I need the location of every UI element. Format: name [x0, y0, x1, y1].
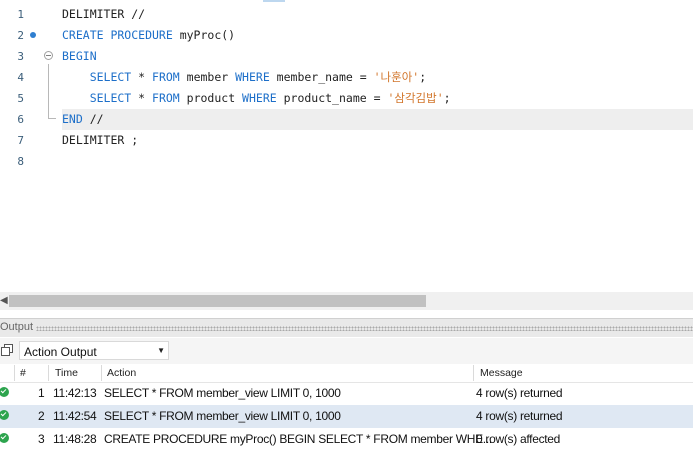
- sql-token: myProc(): [172, 28, 236, 42]
- code-text[interactable]: DELIMITER //: [62, 4, 145, 25]
- current-line-highlight: [62, 109, 693, 130]
- row-action: CREATE PROCEDURE myProc() BEGIN SELECT *…: [104, 432, 492, 446]
- column-header-time[interactable]: Time: [55, 367, 78, 379]
- line-number: 8: [17, 155, 24, 168]
- table-row[interactable]: 2 11:42:54 SELECT * FROM member_view LIM…: [0, 405, 693, 428]
- column-header-num[interactable]: #: [20, 367, 26, 379]
- row-message: 4 row(s) returned: [476, 386, 563, 400]
- row-time: 11:42:13: [53, 386, 97, 400]
- row-num: 3: [38, 432, 45, 446]
- sql-token: ;: [443, 91, 451, 105]
- code-text[interactable]: END //: [62, 109, 104, 130]
- sql-keyword: SELECT: [62, 91, 132, 105]
- sql-string: '삼각김밥': [387, 91, 444, 105]
- line-number: 5: [17, 92, 24, 105]
- row-message: 0 row(s) affected: [476, 432, 561, 446]
- output-toolbar: Action Output ▼: [0, 338, 693, 364]
- code-line[interactable]: 6 END //: [0, 109, 693, 130]
- code-text[interactable]: SELECT * FROM product WHERE product_name…: [62, 88, 451, 109]
- column-separator[interactable]: [101, 365, 102, 381]
- code-line[interactable]: 5 SELECT * FROM product WHERE product_na…: [0, 88, 693, 109]
- scroll-left-icon[interactable]: ◀: [0, 294, 8, 308]
- fold-toggle-icon[interactable]: [44, 51, 53, 60]
- success-icon: [0, 387, 9, 397]
- sql-keyword: FROM: [152, 70, 180, 84]
- row-action: SELECT * FROM member_view LIMIT 0, 1000: [104, 386, 341, 400]
- column-separator[interactable]: [473, 365, 474, 381]
- output-type-value: Action Output: [24, 345, 97, 359]
- sql-keyword: WHERE: [242, 91, 277, 105]
- sql-token: *: [131, 70, 153, 84]
- fold-guide-line: [48, 64, 49, 119]
- sql-keyword: END: [62, 112, 83, 126]
- sql-token: ;: [419, 70, 427, 84]
- sql-token: //: [82, 112, 104, 126]
- line-number: 2: [17, 29, 24, 42]
- success-icon: [0, 433, 9, 443]
- sql-token: DELIMITER ;: [62, 133, 139, 147]
- sql-token: DELIMITER //: [62, 7, 146, 21]
- line-number: 6: [17, 113, 24, 126]
- panel-grip[interactable]: [36, 326, 693, 331]
- sql-keyword: BEGIN: [62, 49, 97, 63]
- editor-tab-indicator: [263, 0, 285, 2]
- sql-editor[interactable]: 1 DELIMITER //2 CREATE PROCEDURE myProc() 3…: [0, 0, 693, 292]
- column-header-message[interactable]: Message: [480, 367, 523, 379]
- code-line[interactable]: 3 BEGIN: [0, 46, 693, 67]
- output-type-select[interactable]: Action Output ▼: [19, 341, 169, 360]
- code-text[interactable]: SELECT * FROM member WHERE member_name =…: [62, 67, 426, 88]
- table-row[interactable]: 1 11:42:13 SELECT * FROM member_view LIM…: [0, 382, 693, 405]
- column-header-action[interactable]: Action: [107, 367, 136, 379]
- line-number: 7: [17, 134, 24, 147]
- output-title: Output: [0, 321, 34, 333]
- code-line[interactable]: 7 DELIMITER ;: [0, 130, 693, 151]
- sql-keyword: FROM: [152, 91, 180, 105]
- sql-keyword: CREATE PROCEDURE: [62, 28, 173, 42]
- row-num: 1: [38, 386, 45, 400]
- sql-keyword: SELECT: [62, 70, 132, 84]
- line-number: 3: [17, 50, 24, 63]
- success-icon: [0, 410, 9, 420]
- code-line[interactable]: 8: [0, 151, 693, 172]
- row-action: SELECT * FROM member_view LIMIT 0, 1000: [104, 409, 341, 423]
- column-separator[interactable]: [48, 365, 49, 381]
- column-separator[interactable]: [14, 365, 15, 381]
- code-line[interactable]: 1 DELIMITER //: [0, 4, 693, 25]
- fold-guide-end: [48, 118, 56, 119]
- line-number: 4: [17, 71, 24, 84]
- row-time: 11:48:28: [53, 432, 97, 446]
- scrollbar-thumb[interactable]: [9, 295, 426, 307]
- line-number: 1: [17, 8, 24, 21]
- copy-icon[interactable]: [1, 344, 13, 356]
- chevron-down-icon[interactable]: ▼: [157, 346, 165, 355]
- code-text[interactable]: BEGIN: [62, 46, 97, 67]
- sql-token: product_name =: [276, 91, 388, 105]
- code-text[interactable]: CREATE PROCEDURE myProc(): [62, 25, 235, 46]
- row-message: 4 row(s) returned: [476, 409, 563, 423]
- grid-header: # Time Action Message: [0, 364, 693, 383]
- code-line[interactable]: 4 SELECT * FROM member WHERE member_name…: [0, 67, 693, 88]
- sql-token: product: [179, 91, 243, 105]
- row-time: 11:42:54: [53, 409, 97, 423]
- horizontal-scrollbar[interactable]: ◀: [0, 292, 693, 310]
- code-line[interactable]: 2 CREATE PROCEDURE myProc(): [0, 25, 693, 46]
- code-text[interactable]: DELIMITER ;: [62, 130, 138, 151]
- sql-token: *: [131, 91, 153, 105]
- sql-string: '나훈아': [373, 70, 420, 84]
- statement-marker-icon: [30, 32, 36, 38]
- output-panel-header: Output: [0, 318, 693, 337]
- sql-keyword: WHERE: [235, 70, 270, 84]
- sql-token: member_name =: [269, 70, 374, 84]
- row-num: 2: [38, 409, 45, 423]
- sql-token: member: [179, 70, 236, 84]
- action-output-grid: # Time Action Message 1 11:42:13 SELECT …: [0, 364, 693, 455]
- table-row[interactable]: 3 11:48:28 CREATE PROCEDURE myProc() BEG…: [0, 428, 693, 451]
